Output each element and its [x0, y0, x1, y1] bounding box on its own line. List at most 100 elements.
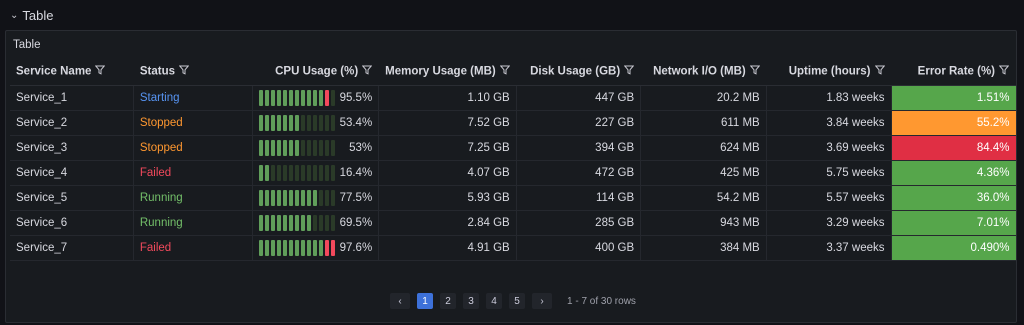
gauge-segment [289, 139, 294, 156]
gauge-segment [289, 114, 294, 131]
page-button-1[interactable]: 1 [417, 293, 433, 309]
gauge-segment [277, 189, 282, 206]
gauge-segment [301, 114, 306, 131]
filter-icon[interactable] [361, 65, 373, 78]
column-header-label: Service Name [16, 65, 92, 78]
gauge-segment [331, 114, 336, 131]
gauge-segment [265, 114, 270, 131]
gauge-segment [265, 214, 270, 231]
table-panel: Table Service Name Status CPU Usage (%) Mem… [5, 30, 1017, 323]
page-button-4[interactable]: 4 [486, 293, 502, 309]
cpu-gauge [259, 139, 336, 156]
cpu-gauge [259, 89, 336, 106]
memory-usage-cell: 7.52 GB [378, 110, 517, 136]
uptime-cell: 3.37 weeks [766, 235, 892, 261]
service-name-cell: Service_4 [10, 160, 134, 186]
gauge-segment [259, 89, 264, 106]
status-cell: Running [133, 210, 254, 236]
gauge-segment [307, 239, 312, 256]
gauge-segment [259, 114, 264, 131]
status-cell: Stopped [133, 110, 254, 136]
gauge-segment [295, 139, 300, 156]
row-header[interactable]: ⌄ Table [10, 6, 53, 24]
cpu-gauge [259, 239, 336, 256]
gauge-segment [313, 214, 318, 231]
column-header-label: CPU Usage (%) [275, 65, 359, 78]
gauge-segment [331, 139, 336, 156]
gauge-segment [277, 139, 282, 156]
gauge-segment [307, 114, 312, 131]
error-rate-cell: 55.2% [891, 110, 1016, 136]
gauge-segment [283, 239, 288, 256]
memory-usage-cell: 2.84 GB [378, 210, 517, 236]
column-header-name[interactable]: Service Name [10, 58, 134, 86]
cpu-usage-value: 53% [349, 141, 373, 154]
filter-icon[interactable] [499, 65, 511, 78]
column-header-label: Disk Usage (GB) [530, 65, 621, 78]
column-header-disk[interactable]: Disk Usage (GB) [516, 58, 641, 86]
gauge-segment [301, 89, 306, 106]
column-header-label: Error Rate (%) [917, 65, 995, 78]
page-button-5[interactable]: 5 [509, 293, 525, 309]
gauge-segment [301, 139, 306, 156]
column-header-cpu[interactable]: CPU Usage (%) [252, 58, 379, 86]
cpu-usage-value: 77.5% [339, 191, 373, 204]
network-io-cell: 943 MB [640, 210, 767, 236]
status-cell: Running [133, 185, 254, 211]
filter-icon[interactable] [623, 65, 635, 78]
filter-icon[interactable] [998, 65, 1010, 78]
gauge-segment [325, 214, 330, 231]
filter-icon[interactable] [749, 65, 760, 78]
uptime-cell: 1.83 weeks [766, 85, 892, 111]
status-cell: Failed [133, 160, 254, 186]
table-header-row: Service Name Status CPU Usage (%) Memory Us… [10, 58, 1016, 86]
gauge-segment [271, 164, 276, 181]
uptime-cell: 3.29 weeks [766, 210, 892, 236]
column-header-status[interactable]: Status [133, 58, 253, 86]
gauge-segment [259, 139, 264, 156]
gauge-segment [325, 89, 330, 106]
gauge-segment [277, 164, 282, 181]
gauge-segment [307, 164, 312, 181]
filter-icon[interactable] [95, 65, 106, 78]
gauge-segment [313, 239, 318, 256]
cpu-gauge [259, 214, 336, 231]
service-name-cell: Service_3 [10, 135, 134, 161]
column-header-mem[interactable]: Memory Usage (MB) [378, 58, 517, 86]
page-button-2[interactable]: 2 [440, 293, 456, 309]
gauge-segment [265, 239, 270, 256]
gauge-segment [301, 239, 306, 256]
gauge-segment [313, 164, 318, 181]
column-header-label: Network I/O (MB) [653, 65, 746, 78]
gauge-segment [325, 189, 330, 206]
gauge-segment [319, 239, 324, 256]
prev-page-button[interactable]: ‹ [390, 293, 410, 309]
column-header-net[interactable]: Network I/O (MB) [640, 58, 767, 86]
cpu-usage-value: 95.5% [339, 91, 373, 104]
cpu-usage-cell: 95.5% [252, 85, 380, 111]
gauge-segment [325, 114, 330, 131]
filter-icon[interactable] [178, 65, 190, 78]
column-header-err[interactable]: Error Rate (%) [891, 58, 1016, 86]
error-rate-cell: 1.51% [891, 85, 1016, 111]
cpu-gauge [259, 189, 336, 206]
error-rate-cell: 36.0% [891, 185, 1016, 211]
gauge-segment [319, 139, 324, 156]
table-row: Service_7 Failed 97.6% 4.91 GB 400 GB 384 MB 3… [10, 235, 1016, 261]
gauge-segment [283, 139, 288, 156]
chevron-down-icon[interactable]: ⌄ [10, 10, 18, 21]
gauge-segment [259, 214, 264, 231]
gauge-segment [325, 164, 330, 181]
cpu-usage-cell: 69.5% [252, 210, 380, 236]
gauge-segment [331, 189, 336, 206]
gauge-segment [307, 139, 312, 156]
filter-icon[interactable] [874, 65, 885, 78]
page-button-3[interactable]: 3 [463, 293, 479, 309]
row-title: Table [22, 7, 54, 23]
next-page-button[interactable]: › [532, 293, 552, 309]
column-header-uptime[interactable]: Uptime (hours) [766, 58, 891, 86]
gauge-segment [265, 89, 270, 106]
memory-usage-cell: 5.93 GB [378, 185, 517, 211]
disk-usage-cell: 285 GB [516, 210, 642, 236]
table-row: Service_1 Starting 95.5% 1.10 GB 447 GB 20.2 … [10, 85, 1016, 111]
